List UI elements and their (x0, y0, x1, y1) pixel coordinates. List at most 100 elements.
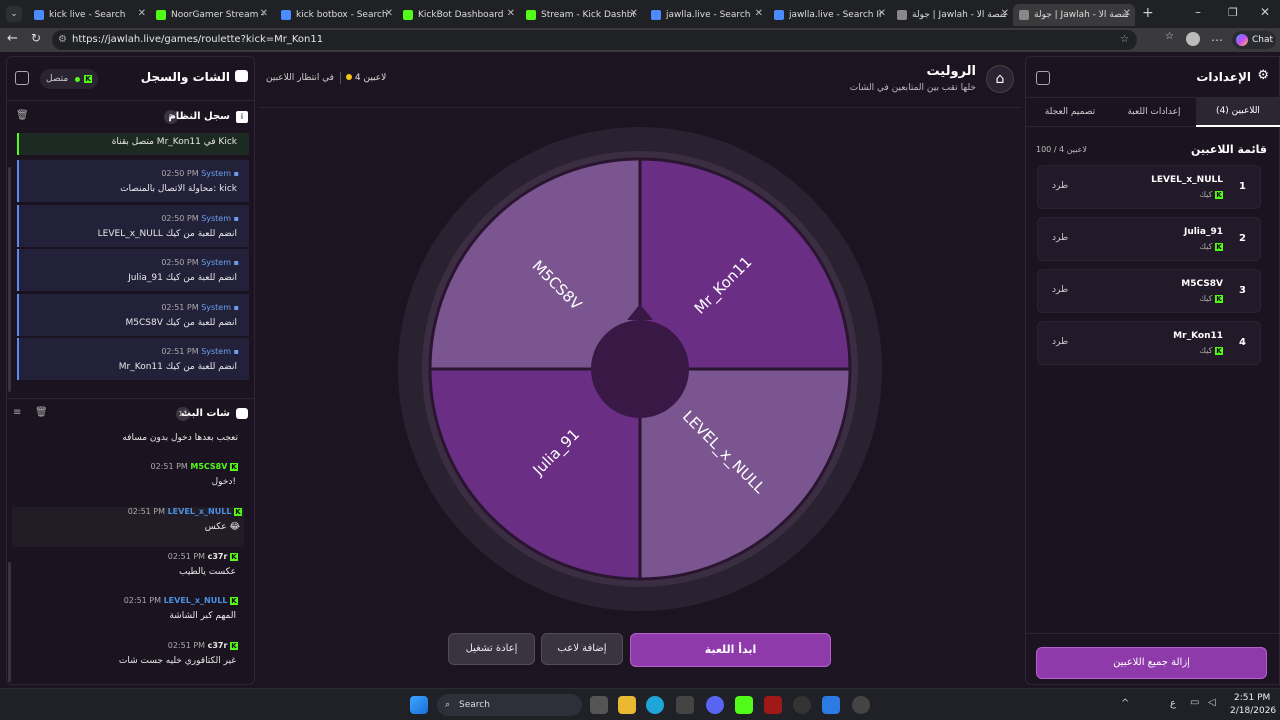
chat-username[interactable]: c37r (208, 552, 228, 561)
chat-meta: 02:51 PM c37r K (168, 552, 238, 561)
taskbar-search[interactable]: ⌕ Search (437, 694, 582, 716)
remove-all-label: إزالة جميع اللاعبين (1113, 657, 1190, 668)
roulette-wheel[interactable]: Mr_Kon11LEVEL_x_NULLJulia_91M5CS8V (395, 124, 885, 614)
kick-player-button[interactable]: طرد (1052, 233, 1068, 243)
system-log-title: سجل النظام (168, 111, 230, 122)
kick-player-button[interactable]: طرد (1052, 337, 1068, 347)
player-platform: كيك (1199, 190, 1213, 199)
kick-player-button[interactable]: طرد (1052, 285, 1068, 295)
clock-date[interactable]: 2/18/2026 (1230, 706, 1276, 716)
file-explorer-icon[interactable] (618, 696, 636, 714)
browser-tab[interactable]: kick botbox - Search ✕ (275, 4, 397, 26)
task-view-icon[interactable] (590, 696, 608, 714)
windows-start-icon[interactable] (410, 696, 428, 714)
log-time: 02:51 PM (161, 303, 199, 312)
site-info-icon[interactable]: ⚙ (58, 30, 67, 50)
chat-text: عكس 😂 (204, 522, 240, 532)
url-bar[interactable]: ⚙ https://jawlah.live/games/roulette?kic… (52, 30, 1137, 50)
system-log-item: 02:51 PM System ▪ Mr_Kon11 انضم للعبة من … (17, 338, 249, 380)
tab-close-icon[interactable]: ✕ (1001, 8, 1009, 19)
copilot-chat-button[interactable]: Chat (1232, 31, 1276, 49)
tab-actions-icon[interactable]: ⌄ (6, 6, 22, 22)
app-icon-2[interactable] (822, 696, 840, 714)
chat-username[interactable]: c37r (208, 641, 228, 650)
chat-text: عكست يالطيب (179, 567, 236, 577)
input-language[interactable]: ع (1170, 698, 1176, 709)
chat-message: 02:51 PM LEVEL_x_NULL K المهم كبر الشاشة (15, 596, 240, 636)
browser-tab[interactable]: NoorGamer Stream - W✕ (150, 4, 272, 26)
tab-favicon-icon (651, 10, 661, 20)
browser-tab[interactable]: جولة | Jawlah - منصة الأ ✕ (891, 4, 1013, 26)
tab-close-icon[interactable]: ✕ (878, 8, 886, 19)
collapse-left-icon[interactable] (15, 71, 29, 85)
tab-close-icon[interactable]: ✕ (630, 8, 638, 19)
tab-close-icon[interactable]: ✕ (138, 8, 146, 19)
system-log-item: 02:50 PM System ▪ LEVEL_x_NULL انضم للعبة… (17, 205, 249, 247)
clear-chat-icon[interactable]: 🗑 (35, 407, 48, 418)
minimize-icon[interactable]: – (1195, 5, 1201, 19)
refresh-icon[interactable]: ↻ (31, 31, 41, 45)
player-row: 4 Mr_Kon11 كيك K طرد (1037, 321, 1261, 365)
tab-close-icon[interactable]: ✕ (260, 8, 268, 19)
browser-tab[interactable]: KickBot Dashboard ✕ (397, 4, 519, 26)
store-icon[interactable] (676, 696, 694, 714)
maximize-icon[interactable]: ❐ (1228, 6, 1238, 19)
tab-label: kick botbox - Search (296, 10, 388, 20)
tab-close-icon[interactable]: ✕ (385, 8, 393, 19)
player-platform-row: كيك K (1199, 190, 1223, 199)
clear-log-icon[interactable]: 🗑 (16, 110, 29, 121)
profile-avatar[interactable] (1186, 32, 1200, 46)
settings-app-icon[interactable] (852, 696, 870, 714)
player-platform: كيك (1199, 294, 1213, 303)
tab-close-icon[interactable]: ✕ (507, 8, 515, 19)
favorites-bar-icon[interactable]: ☆ (1165, 31, 1174, 42)
tab-close-icon[interactable]: ✕ (1123, 8, 1131, 19)
browser-tab[interactable]: jawlla.live - Search ✕ (645, 4, 767, 26)
tab-wheel-design[interactable]: تصميم العجلة (1028, 98, 1112, 127)
log-time: 02:50 PM (161, 169, 199, 178)
app-icon[interactable] (764, 696, 782, 714)
add-player-button[interactable]: إضافة لاعب (541, 633, 623, 665)
volume-icon[interactable]: ◁ (1208, 697, 1216, 708)
back-icon[interactable]: ← (7, 31, 18, 46)
new-tab-icon[interactable]: + (1142, 5, 1154, 21)
tray-chevron-icon[interactable]: ^ (1121, 698, 1129, 709)
obs-icon[interactable] (793, 696, 811, 714)
favorite-icon[interactable]: ☆ (1120, 30, 1129, 50)
start-game-button[interactable]: ابدأ اللعبة (630, 633, 831, 667)
chat-scrollbar[interactable] (8, 562, 11, 682)
chat-username[interactable]: LEVEL_x_NULL (164, 596, 228, 605)
log-scrollbar[interactable] (8, 167, 11, 392)
browser-tab[interactable]: جولة | Jawlah - منصة الأ ✕ (1013, 4, 1135, 26)
restart-button[interactable]: إعادة تشغيل (448, 633, 535, 665)
browser-tab-bar: ⌄ kick live - Search ✕ NoorGamer Stream - … (0, 0, 1280, 28)
close-window-icon[interactable]: ✕ (1260, 5, 1270, 19)
more-menu-icon[interactable]: … (1211, 30, 1223, 44)
tab-players[interactable]: اللاعبين (4) (1196, 98, 1280, 127)
chat-username[interactable]: M5CS8V (190, 462, 227, 471)
connection-badge: K متصل (40, 69, 98, 89)
collapse-right-icon[interactable] (1036, 71, 1050, 85)
sort-icon[interactable]: ≡ (13, 407, 21, 418)
browser-tab[interactable]: Stream - Kick Dashboar✕ (520, 4, 642, 26)
chat-username[interactable]: LEVEL_x_NULL (168, 507, 232, 516)
network-icon[interactable]: ▭ (1190, 697, 1199, 708)
tab-close-icon[interactable]: ✕ (755, 8, 763, 19)
remove-all-players-button[interactable]: إزالة جميع اللاعبين (1036, 647, 1267, 679)
discord-icon[interactable] (706, 696, 724, 714)
clock-time[interactable]: 2:51 PM (1234, 693, 1270, 703)
log-text: محاولة الاتصال بالمنصات: kick (120, 184, 237, 194)
tab-favicon-icon (34, 10, 44, 20)
log-time: 02:51 PM (161, 347, 199, 356)
kick-icon: K (1215, 346, 1223, 355)
home-button[interactable]: ⌂ (986, 65, 1014, 93)
kick-player-button[interactable]: طرد (1052, 181, 1068, 191)
player-rank: 3 (1239, 285, 1246, 296)
edge-icon[interactable] (646, 696, 664, 714)
player-rank: 4 (1239, 337, 1246, 348)
kick-app-icon[interactable] (735, 696, 753, 714)
browser-tab[interactable]: kick live - Search ✕ (28, 4, 150, 26)
tab-game-settings[interactable]: إعدادات اللعبة (1112, 98, 1196, 127)
browser-tab[interactable]: jawlla.live - Search Imag✕ (768, 4, 890, 26)
system-icon: ▪ (231, 303, 239, 312)
